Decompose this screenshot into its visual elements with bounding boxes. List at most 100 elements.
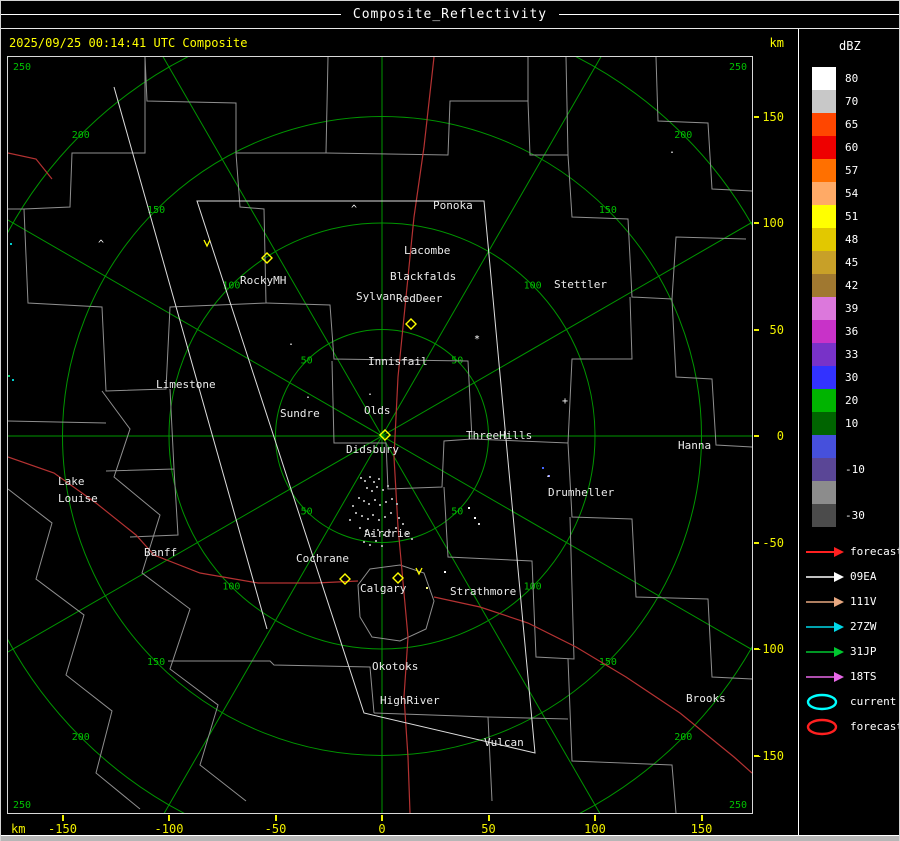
legend-row: 18TS <box>805 664 899 689</box>
colorbar-row: 36 <box>812 320 879 343</box>
colorbar-value: 65 <box>845 118 859 131</box>
point-marker: + <box>562 396 568 407</box>
legend-arrow-icon <box>806 571 844 582</box>
city-label: Louise <box>58 492 98 505</box>
range-ring-label: 50 <box>301 506 313 517</box>
colorbar-row: 33 <box>812 343 879 366</box>
colorbar-row: 57 <box>812 159 879 182</box>
range-ring-label: 250 <box>729 800 747 811</box>
range-ring-label: 100 <box>524 280 542 291</box>
echo-pixel <box>375 540 377 542</box>
echo-pixel <box>367 518 369 520</box>
range-ring-label: 150 <box>147 657 165 668</box>
echo-pixel <box>368 503 370 505</box>
echo-pixel <box>8 375 10 377</box>
echo-pixel <box>468 507 470 509</box>
bottom-axis-tick <box>594 815 596 821</box>
colorbar-swatch <box>812 389 836 412</box>
colorbar-swatch <box>812 504 836 527</box>
right-axis-tick <box>754 648 759 650</box>
legend-arrow-icon <box>806 596 844 607</box>
colorbar-swatch <box>812 435 836 458</box>
city-label: Limestone <box>156 378 216 391</box>
echo-pixel <box>10 243 12 245</box>
colorbar-row <box>812 435 879 458</box>
colorbar-row <box>812 481 879 504</box>
range-ring-label: 250 <box>729 62 747 73</box>
bottom-axis-tick <box>168 815 170 821</box>
legend-row: 31JP <box>805 639 899 664</box>
bottom-axis-label: 100 <box>584 822 606 836</box>
legend-arrow-icon <box>806 546 844 557</box>
radar-map-display[interactable]: 5050505010010010010015015015015020020020… <box>8 57 752 813</box>
echo-pixel <box>391 498 393 500</box>
colorbar-row: 45 <box>812 251 879 274</box>
city-label: Drumheller <box>548 486 615 499</box>
legend-label: 111V <box>850 595 877 608</box>
city-label: Banff <box>144 546 177 559</box>
colorbar-swatch <box>812 320 836 343</box>
point-marker: . <box>367 387 373 398</box>
storm-track-legend: forecast 09EA 111V 27ZW 31JP 18TS current forec… <box>805 539 900 739</box>
echo-pixel <box>542 467 544 469</box>
right-axis-tick <box>754 754 759 757</box>
colorbar-value: 36 <box>845 325 859 338</box>
echo-pixel <box>381 545 383 547</box>
echo-pixel <box>369 544 371 546</box>
colorbar-value: 80 <box>845 72 859 85</box>
colorbar-value: 57 <box>845 164 859 177</box>
colorbar-swatch <box>812 113 836 136</box>
echo-pixel <box>390 512 392 514</box>
echo-pixel <box>363 541 365 543</box>
echo-pixel <box>411 538 413 540</box>
colorbar-swatch <box>812 90 836 113</box>
colorbar-value: 51 <box>845 210 859 223</box>
colorbar-swatch <box>812 481 836 504</box>
echo-pixel <box>396 503 398 505</box>
echo-pixel <box>12 379 14 381</box>
range-ring-label: 200 <box>72 732 90 743</box>
colorbar-swatch <box>812 251 836 274</box>
bottom-bevel <box>1 835 899 841</box>
legend-arrow-icon <box>806 646 844 657</box>
map-panel: 2025/09/25 00:14:41 UTC Composite km 50 5… <box>1 29 798 836</box>
range-ring-label: 50 <box>451 506 463 517</box>
colorbar-value: 39 <box>845 302 859 315</box>
range-ring-label: 150 <box>599 205 617 216</box>
city-label: RedDeer <box>396 292 443 305</box>
colorbar-value: -10 <box>845 463 865 476</box>
echo-pixel <box>379 504 381 506</box>
echo-pixel <box>371 490 373 492</box>
range-ring-label: 50 <box>301 356 313 367</box>
colorbar-row: 10 <box>812 412 879 435</box>
colorbar-row: 70 <box>812 90 879 113</box>
legend-arrow-icon <box>806 671 844 682</box>
radar-app-window: Composite_Reflectivity 2025/09/25 00:14:… <box>0 0 900 841</box>
city-label: Stettler <box>554 278 607 291</box>
city-label: Okotoks <box>372 660 418 673</box>
reflectivity-colorbar: 80 70 65 60 57 54 51 48 45 42 39 36 33 30 20 10 -10 -30 <box>812 67 879 527</box>
city-label: ThreeHills <box>466 429 532 442</box>
axis-unit-label-bottom: km <box>11 822 26 836</box>
bottom-axis-label: 50 <box>481 822 496 836</box>
echo-pixel <box>384 516 386 518</box>
colorbar-value: 30 <box>845 371 859 384</box>
legend-row: 111V <box>805 589 899 614</box>
colorbar-row: 42 <box>812 274 879 297</box>
echo-pixel <box>360 477 362 479</box>
echo-pixel <box>359 527 361 529</box>
titlebar-rule-right <box>559 14 899 15</box>
forecast-position-icon <box>806 718 838 735</box>
echo-pixel <box>426 587 428 589</box>
echo-pixel <box>361 515 363 517</box>
legend-sidebar: dBZ 80 70 65 60 57 54 51 48 45 42 39 36 33 30 20 10 -10 -… <box>798 29 900 835</box>
colorbar-swatch <box>812 159 836 182</box>
legend-label: forecast <box>850 545 900 558</box>
range-ring-label: 200 <box>674 130 692 141</box>
echo-pixel <box>374 499 376 501</box>
colorbar-row: -30 <box>812 504 879 527</box>
point-marker: . <box>545 469 551 480</box>
bottom-axis-label: 150 <box>690 822 713 836</box>
bottom-axis-label: -100 <box>154 822 184 836</box>
echo-pixel <box>444 571 446 573</box>
